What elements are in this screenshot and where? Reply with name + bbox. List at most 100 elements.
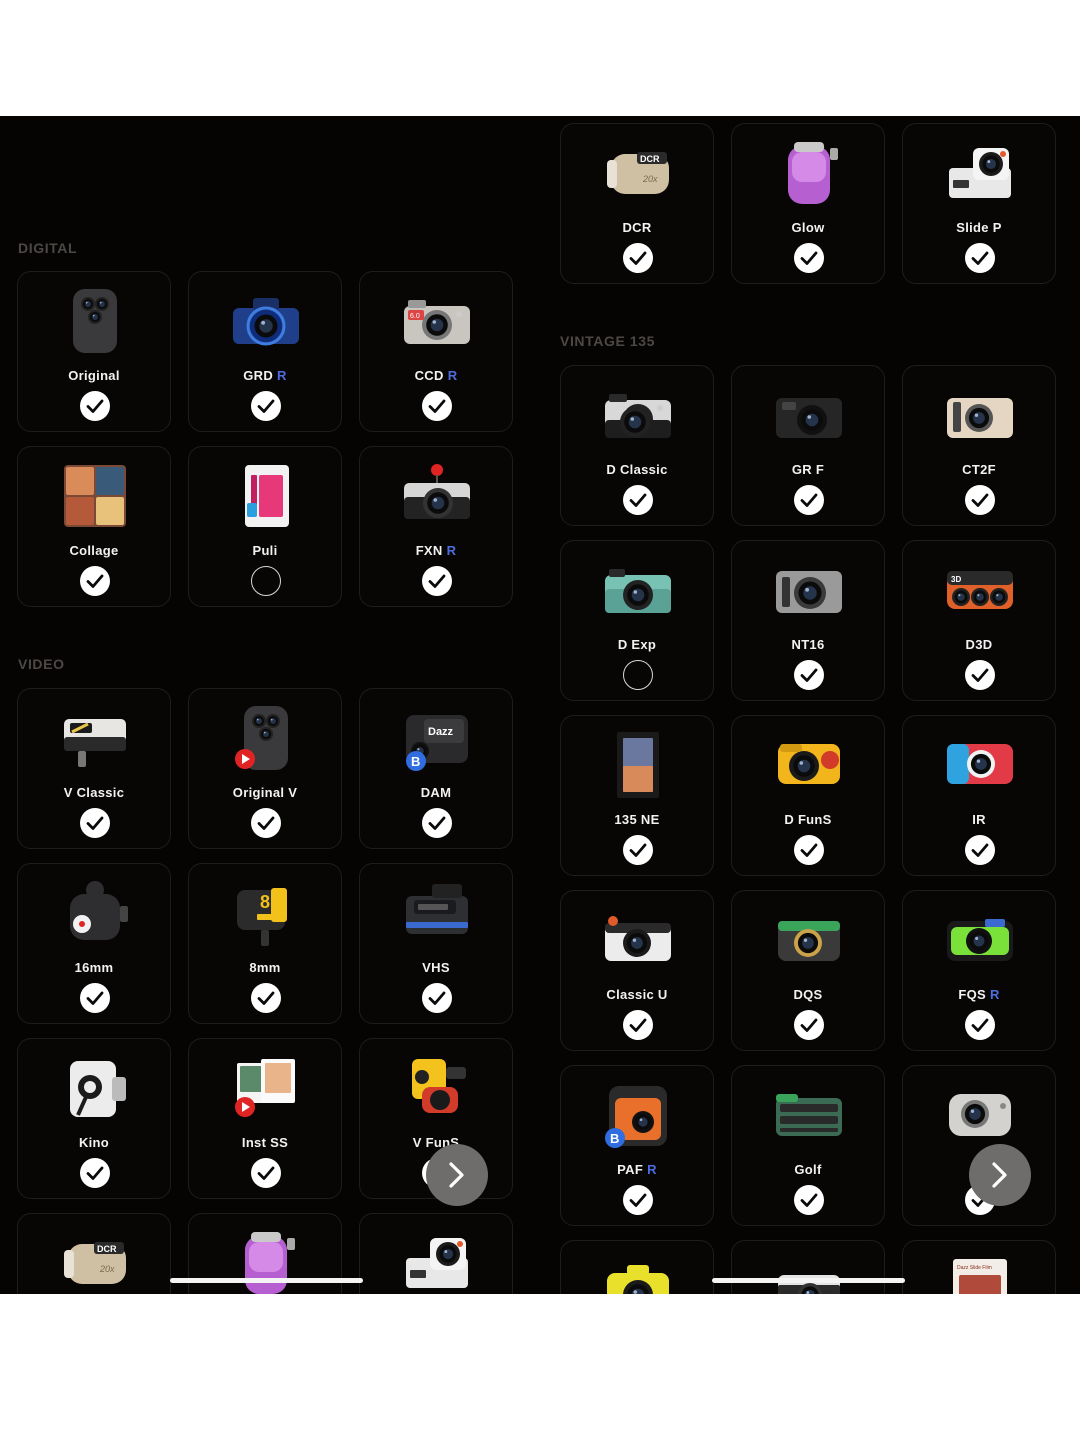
selected-checkbox[interactable]	[80, 983, 110, 1013]
checkmark-icon	[86, 991, 104, 1005]
checkmark-icon	[629, 843, 647, 857]
camera-name: 135 NE	[561, 812, 713, 827]
camera-name-text: PAF	[617, 1162, 644, 1177]
selected-checkbox[interactable]	[251, 391, 281, 421]
selected-checkbox[interactable]	[965, 660, 995, 690]
camera-card[interactable]: 6.0 CCD R	[359, 271, 513, 432]
next-arrow-button[interactable]	[426, 1144, 488, 1206]
camera-card[interactable]: 16mm	[17, 863, 171, 1024]
selected-checkbox[interactable]	[794, 243, 824, 273]
section-title-video: VIDEO	[18, 656, 65, 672]
checkmark-icon	[800, 251, 818, 265]
camera-name-text: 8mm	[249, 960, 281, 975]
selected-checkbox[interactable]	[80, 1158, 110, 1188]
selected-checkbox[interactable]	[794, 1185, 824, 1215]
camera-card[interactable]: B PAF R	[560, 1065, 714, 1226]
camera-name: Kino	[18, 1135, 170, 1150]
retro-rangefinder-icon	[402, 461, 472, 531]
camera-card[interactable]: FQS R	[902, 890, 1056, 1051]
selected-checkbox[interactable]	[422, 391, 452, 421]
camera-card[interactable]: DCR 20x DCR	[560, 123, 714, 284]
unselected-checkbox[interactable]	[623, 660, 653, 690]
selected-checkbox[interactable]	[965, 1010, 995, 1040]
camera-card[interactable]: Collage	[17, 446, 171, 607]
camera-card[interactable]: V Classic	[17, 688, 171, 849]
camera-card[interactable]	[560, 1240, 714, 1294]
checkmark-icon	[800, 1193, 818, 1207]
camera-card[interactable]: Dazz Slide Film	[902, 1240, 1056, 1294]
teal-film-camera-icon	[603, 555, 673, 625]
camera-name: D3D	[903, 637, 1055, 652]
camera-card[interactable]: Original V	[188, 688, 342, 849]
unselected-checkbox[interactable]	[251, 566, 281, 596]
camera-name-text: GRD	[243, 368, 274, 383]
selected-checkbox[interactable]	[422, 808, 452, 838]
selected-checkbox[interactable]	[80, 808, 110, 838]
selected-checkbox[interactable]	[80, 391, 110, 421]
camera-card[interactable]: Kino	[17, 1038, 171, 1199]
selected-checkbox[interactable]	[623, 243, 653, 273]
selected-checkbox[interactable]	[965, 243, 995, 273]
camera-card[interactable]	[359, 1213, 513, 1294]
selected-checkbox[interactable]	[965, 835, 995, 865]
camera-card[interactable]: CP	[902, 1065, 1056, 1226]
camera-card[interactable]: 135 NE	[560, 715, 714, 876]
camera-card[interactable]: IR	[902, 715, 1056, 876]
camera-card[interactable]: Original	[17, 271, 171, 432]
selected-checkbox[interactable]	[251, 983, 281, 1013]
selected-checkbox[interactable]	[422, 566, 452, 596]
camera-card[interactable]: 3D D3D	[902, 540, 1056, 701]
camera-card[interactable]: GR F	[731, 365, 885, 526]
selected-checkbox[interactable]	[80, 566, 110, 596]
camera-card[interactable]: Slide P	[902, 123, 1056, 284]
camera-card[interactable]: Classic U	[560, 890, 714, 1051]
checkmark-icon	[971, 1018, 989, 1032]
camera-card[interactable]: 8 8mm	[188, 863, 342, 1024]
svg-text:Dazz Slide Film: Dazz Slide Film	[957, 1265, 992, 1271]
camera-card[interactable]: DCR 20x	[17, 1213, 171, 1294]
camera-list-right[interactable]: VINTAGE 135 DCR 20x DCR Glow Slide P D Classi…	[543, 116, 1080, 1294]
camera-card[interactable]: DQS	[731, 890, 885, 1051]
camera-card[interactable]: Dazz B DAM	[359, 688, 513, 849]
camera-card[interactable]: GRD R	[188, 271, 342, 432]
selected-checkbox[interactable]	[623, 1185, 653, 1215]
camera-name-text: Collage	[69, 543, 119, 558]
checkmark-icon	[428, 574, 446, 588]
selected-checkbox[interactable]	[623, 835, 653, 865]
checkmark-icon	[971, 251, 989, 265]
camera-card[interactable]: Golf	[731, 1065, 885, 1226]
dcr-camcorder-icon: DCR 20x	[603, 138, 673, 208]
camera-card[interactable]: FXN R	[359, 446, 513, 607]
camera-card[interactable]: CT2F	[902, 365, 1056, 526]
selected-checkbox[interactable]	[965, 485, 995, 515]
selected-checkbox[interactable]	[794, 660, 824, 690]
camera-card[interactable]: VHS	[359, 863, 513, 1024]
vhs-camcorder-icon	[402, 878, 472, 948]
camera-name: GR F	[732, 462, 884, 477]
selected-checkbox[interactable]	[623, 1010, 653, 1040]
camera-name: DCR	[561, 220, 713, 235]
selected-checkbox[interactable]	[623, 485, 653, 515]
camera-name: CT2F	[903, 462, 1055, 477]
selected-checkbox[interactable]	[794, 485, 824, 515]
selected-checkbox[interactable]	[794, 1010, 824, 1040]
selected-checkbox[interactable]	[251, 1158, 281, 1188]
camera-card[interactable]: D Classic	[560, 365, 714, 526]
selected-checkbox[interactable]	[794, 835, 824, 865]
checkmark-icon	[971, 668, 989, 682]
camera-card[interactable]: Glow	[731, 123, 885, 284]
camera-name-text: DCR	[622, 220, 652, 235]
camera-card[interactable]: NT16	[731, 540, 885, 701]
camera-card[interactable]: D FunS	[731, 715, 885, 876]
camera-name-text: D Exp	[617, 637, 657, 652]
next-arrow-button[interactable]	[969, 1144, 1031, 1206]
selected-checkbox[interactable]	[251, 808, 281, 838]
camera-card[interactable]: D Exp	[560, 540, 714, 701]
camera-list-left[interactable]: DIGITAL VIDEO Original GRD R 6.0 CCD R Collage…	[0, 116, 540, 1294]
camera-card[interactable]	[731, 1240, 885, 1294]
camera-card[interactable]: Puli	[188, 446, 342, 607]
selected-checkbox[interactable]	[422, 983, 452, 1013]
slide-film-box-icon: Dazz Slide Film	[945, 1255, 1015, 1294]
camera-card[interactable]: Inst SS	[188, 1038, 342, 1199]
camera-name-text: FQS	[958, 987, 986, 1002]
